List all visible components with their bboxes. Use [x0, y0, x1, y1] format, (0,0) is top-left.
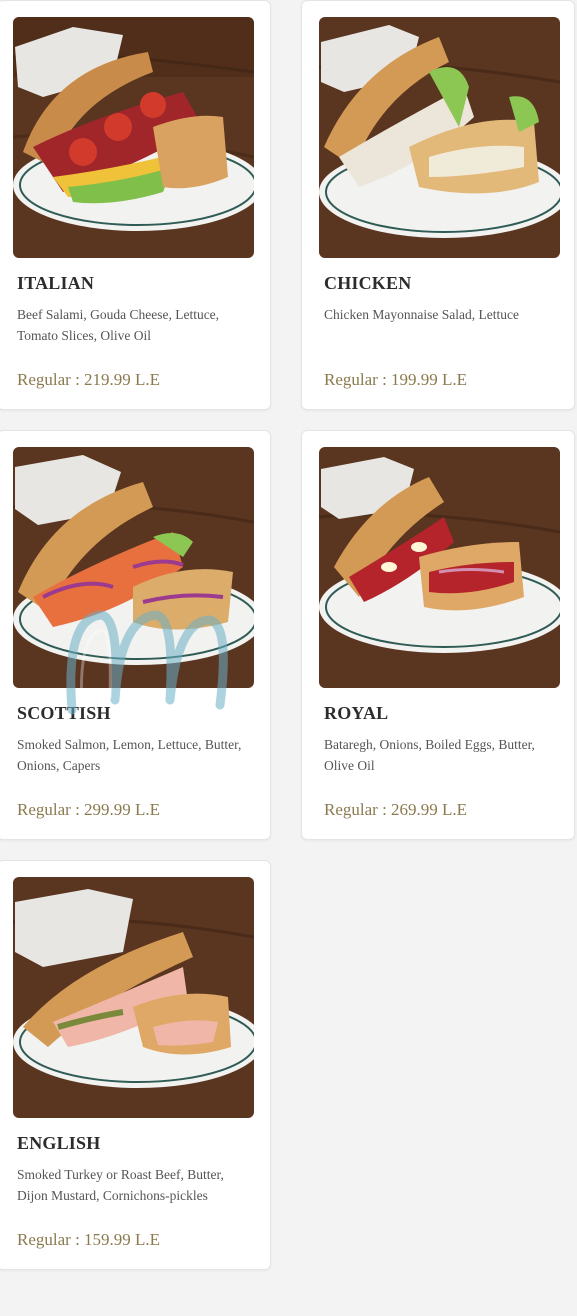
item-title: CHICKEN: [324, 273, 412, 293]
item-title: ROYAL: [324, 703, 389, 723]
item-price: Regular : 269.99 L.E: [324, 800, 468, 819]
italian-sandwich-photo[interactable]: [13, 17, 254, 258]
menu-card-italian[interactable]: ITALIAN Beef Salami, Gouda Cheese, Lettu…: [0, 0, 271, 410]
english-sandwich-photo[interactable]: [13, 877, 254, 1118]
item-price: Regular : 299.99 L.E: [17, 800, 161, 819]
item-description: Smoked Salmon, Lemon, Lettuce, Butter, O…: [17, 737, 242, 773]
item-description: Bataregh, Onions, Boiled Eggs, Butter, O…: [324, 737, 535, 773]
item-description: Smoked Turkey or Roast Beef, Butter, Dij…: [17, 1167, 224, 1203]
item-price: Regular : 159.99 L.E: [17, 1230, 161, 1249]
scottish-sandwich-photo[interactable]: [13, 447, 254, 688]
menu-card-royal[interactable]: ROYAL Bataregh, Onions, Boiled Eggs, But…: [301, 430, 575, 840]
item-description: Chicken Mayonnaise Salad, Lettuce: [324, 307, 519, 322]
item-title: ITALIAN: [17, 273, 95, 293]
menu-card-english[interactable]: ENGLISH Smoked Turkey or Roast Beef, But…: [0, 860, 271, 1270]
royal-sandwich-photo[interactable]: [319, 447, 560, 688]
item-title: SCOTTISH: [17, 703, 111, 723]
item-price: Regular : 219.99 L.E: [17, 370, 161, 389]
item-description: Beef Salami, Gouda Cheese, Lettuce, Toma…: [17, 307, 220, 343]
item-price: Regular : 199.99 L.E: [324, 370, 468, 389]
chicken-sandwich-photo[interactable]: [319, 17, 560, 258]
menu-card-chicken[interactable]: CHICKEN Chicken Mayonnaise Salad, Lettuc…: [301, 0, 575, 410]
item-title: ENGLISH: [17, 1133, 101, 1153]
menu-card-scottish[interactable]: SCOTTISH Smoked Salmon, Lemon, Lettuce, …: [0, 430, 271, 840]
